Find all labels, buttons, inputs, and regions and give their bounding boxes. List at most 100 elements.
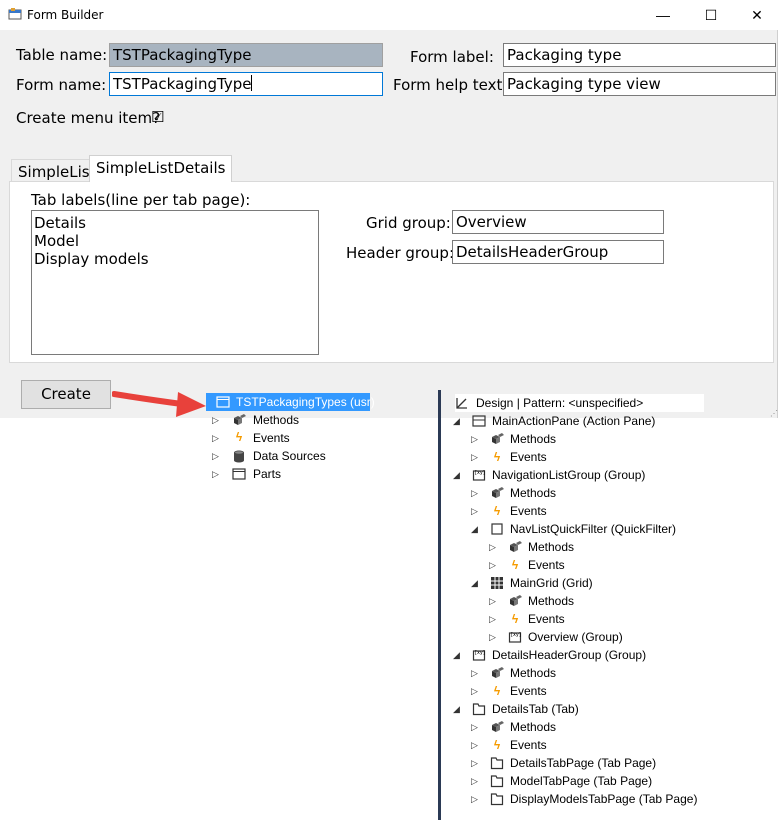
- tab-icon: [490, 756, 504, 770]
- form-name-field[interactable]: TSTPackagingType: [109, 72, 383, 96]
- collapse-arrow-icon[interactable]: ◢: [471, 520, 478, 538]
- group-icon: [xy]: [472, 468, 486, 482]
- table-name-field[interactable]: TSTPackagingType: [109, 43, 383, 67]
- methods-icon: [508, 594, 522, 608]
- collapse-arrow-icon[interactable]: ◢: [453, 466, 460, 484]
- grid-group-label: Grid group:: [366, 214, 451, 232]
- grid-icon: [490, 576, 504, 590]
- minimize-button[interactable]: —: [640, 0, 686, 30]
- methods-icon: [490, 666, 504, 680]
- expand-arrow-icon[interactable]: ▷: [471, 754, 478, 772]
- tree-node-label: Parts: [253, 467, 282, 481]
- tree-node-label: Events: [528, 612, 565, 626]
- tree-node-label: Methods: [510, 432, 557, 446]
- expand-arrow-icon[interactable]: ▷: [471, 664, 478, 682]
- expand-arrow-icon[interactable]: ▷: [212, 429, 219, 447]
- expand-arrow-icon[interactable]: ▷: [471, 430, 478, 448]
- tree-node-label: Methods: [510, 486, 557, 500]
- tree-node-label: Methods: [510, 666, 557, 680]
- action-pane-icon: [472, 414, 486, 428]
- grid-group-field[interactable]: Overview: [452, 210, 664, 234]
- tree-node-label: DisplayModelsTabPage (Tab Page): [510, 792, 698, 806]
- tree-node-label: Events: [510, 504, 547, 518]
- expand-arrow-icon[interactable]: ▷: [212, 465, 219, 483]
- title-bar: Form Builder — ☐ ✕: [0, 0, 778, 30]
- expand-arrow-icon[interactable]: ▷: [489, 610, 496, 628]
- tree-node-label: DetailsTabPage (Tab Page): [510, 756, 657, 770]
- tab-icon: [490, 774, 504, 788]
- tree-node-label: Events: [510, 684, 547, 698]
- header-group-field[interactable]: DetailsHeaderGroup: [452, 240, 664, 264]
- collapse-arrow-icon[interactable]: ◢: [453, 646, 460, 664]
- quickfilter-icon: [490, 522, 504, 536]
- create-menu-item-checkbox[interactable]: ☑: [151, 108, 164, 126]
- expand-arrow-icon[interactable]: ▷: [471, 790, 478, 808]
- events-icon: ϟ: [493, 738, 501, 752]
- create-button[interactable]: Create: [21, 380, 111, 409]
- tree-node-label: Methods: [510, 720, 557, 734]
- form-icon: [216, 395, 230, 409]
- expand-arrow-icon[interactable]: ▷: [471, 718, 478, 736]
- svg-text:[xy]: [xy]: [511, 632, 521, 638]
- events-icon: ϟ: [493, 684, 501, 698]
- form-help-text-label: Form help text:: [393, 76, 508, 94]
- expand-arrow-icon[interactable]: ▷: [471, 448, 478, 466]
- design-root-node[interactable]: Design | Pattern: <unspecified>: [455, 394, 704, 412]
- tree-node-label: Events: [528, 558, 565, 572]
- events-icon: ϟ: [511, 558, 519, 572]
- group-icon: [xy]: [508, 630, 522, 644]
- tab-labels-caption: Tab labels(line per tab page):: [31, 191, 251, 209]
- tree-node-label: MainActionPane (Action Pane): [492, 414, 656, 428]
- expand-arrow-icon[interactable]: ▷: [471, 682, 478, 700]
- expand-arrow-icon[interactable]: ▷: [212, 411, 219, 429]
- form-name-value: TSTPackagingType: [113, 75, 252, 93]
- tree-node-label: Methods: [253, 413, 300, 427]
- tree-node-label: Methods: [528, 594, 575, 608]
- pane-divider[interactable]: [438, 390, 441, 820]
- svg-text:[xy]: [xy]: [475, 470, 485, 476]
- events-icon: ϟ: [235, 430, 243, 444]
- table-name-label: Table name:: [16, 46, 108, 64]
- expand-arrow-icon[interactable]: ▷: [471, 772, 478, 790]
- methods-icon: [508, 540, 522, 554]
- tab-simplelistdetails[interactable]: SimpleListDetails: [89, 155, 233, 182]
- app-icon: [8, 8, 22, 20]
- collapse-arrow-icon[interactable]: ◢: [453, 412, 460, 430]
- expand-arrow-icon[interactable]: ▷: [212, 447, 219, 465]
- tree-root-node[interactable]: TSTPackagingTypes (usr): [206, 393, 375, 411]
- form-label-label: Form label:: [410, 48, 494, 66]
- tab-labels-textarea[interactable]: Details Model Display models: [31, 210, 319, 355]
- events-icon: ϟ: [511, 612, 519, 626]
- tree-node-label: DetailsTab (Tab): [492, 702, 579, 716]
- tab-label-line: Display models: [34, 250, 149, 268]
- tree-root-label: TSTPackagingTypes (usr): [236, 395, 375, 409]
- form-label-field[interactable]: Packaging type: [503, 43, 776, 67]
- expand-arrow-icon[interactable]: ▷: [471, 502, 478, 520]
- expand-arrow-icon[interactable]: ▷: [489, 628, 496, 646]
- create-menu-item-label: Create menu item?: [16, 109, 161, 127]
- form-name-label: Form name:: [16, 76, 107, 94]
- expand-arrow-icon[interactable]: ▷: [489, 592, 496, 610]
- tab-icon: [472, 702, 486, 716]
- close-button[interactable]: ✕: [734, 0, 778, 30]
- tree-node-label: Methods: [528, 540, 575, 554]
- maximize-button[interactable]: ☐: [688, 0, 734, 30]
- form-help-text-field[interactable]: Packaging type view: [503, 72, 776, 96]
- header-group-label: Header group:: [346, 244, 455, 262]
- methods-icon: [232, 413, 246, 427]
- text-caret: [251, 75, 253, 91]
- tree-node-label: ModelTabPage (Tab Page): [510, 774, 653, 788]
- tree-node-label: MainGrid (Grid): [510, 576, 593, 590]
- expand-arrow-icon[interactable]: ▷: [489, 556, 496, 574]
- expand-arrow-icon[interactable]: ▷: [471, 484, 478, 502]
- collapse-arrow-icon[interactable]: ◢: [471, 574, 478, 592]
- expand-arrow-icon[interactable]: ▷: [489, 538, 496, 556]
- collapse-arrow-icon[interactable]: ◢: [453, 700, 460, 718]
- tree-node-label: Events: [253, 431, 290, 445]
- red-arrow-annotation: [112, 391, 206, 417]
- group-icon: [xy]: [472, 648, 486, 662]
- methods-icon: [490, 486, 504, 500]
- tree-node-label: Overview (Group): [528, 630, 623, 644]
- resize-grip-icon[interactable]: ⋰: [770, 409, 778, 418]
- expand-arrow-icon[interactable]: ▷: [471, 736, 478, 754]
